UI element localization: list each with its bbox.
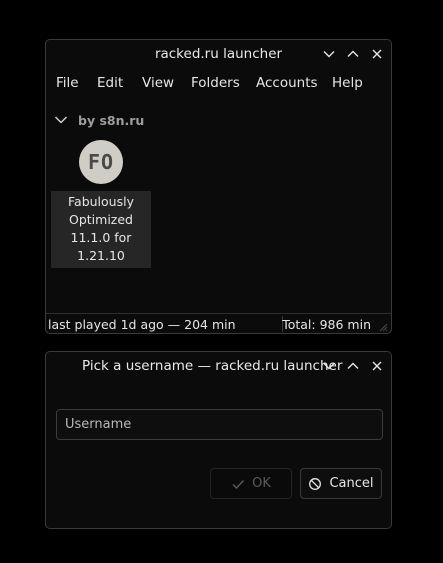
menu-accounts[interactable]: Accounts [256,75,318,91]
menu-file[interactable]: File [56,75,79,91]
instance-name: Fabulously Optimized 11.1.0 for 1.21.10 [51,191,151,268]
dialog-titlebar[interactable]: Pick a username — racked.ru launcher [46,352,391,381]
cancel-button[interactable]: Cancel [300,468,382,499]
username-dialog: Pick a username — racked.ru launcher OK … [45,351,392,529]
dialog-title: Pick a username — racked.ru launcher [82,358,343,374]
chevron-up-icon [347,362,359,369]
chevron-up-icon [347,50,359,57]
launcher-titlebar[interactable]: racked.ru launcher [46,40,391,69]
chevron-down-icon [54,116,68,124]
menu-view[interactable]: View [142,75,174,91]
status-bar: last played 1d ago — 204 min Total: 986 … [46,313,391,334]
username-input[interactable] [56,409,383,440]
maximize-button[interactable] [345,358,361,374]
instance-name-line: Optimized [69,212,133,227]
instance-group-header[interactable]: by s8n.ru [54,112,144,128]
group-label: by s8n.ru [78,112,145,128]
instance-icon-text: FO [87,150,115,174]
status-total-time: Total: 986 min [282,317,371,332]
status-last-played: last played 1d ago — 204 min [48,317,236,332]
menu-bar: File Edit View Folders Accounts Help [46,71,391,95]
close-button[interactable] [369,46,385,62]
menu-edit[interactable]: Edit [97,75,123,91]
menu-folders[interactable]: Folders [191,75,240,91]
close-button[interactable] [369,358,385,374]
minimize-button[interactable] [321,46,337,62]
ok-button[interactable]: OK [210,468,292,499]
ok-button-label: OK [252,476,271,491]
instance-name-line: 11.1.0 for [70,230,132,245]
cancel-button-label: Cancel [329,476,374,491]
close-icon [372,361,382,371]
menu-help[interactable]: Help [332,75,363,91]
instance-name-line: Fabulously [68,194,134,209]
chevron-down-icon [323,51,335,58]
instance-icon: FO [79,140,123,184]
chevron-down-icon [323,363,335,370]
cancel-icon [309,477,322,490]
maximize-button[interactable] [345,46,361,62]
instance-name-line: 1.21.10 [77,248,125,263]
instance-tile[interactable]: FO Fabulously Optimized 11.1.0 for 1.21.… [51,140,151,270]
checkmark-icon [232,479,245,489]
launcher-window: racked.ru launcher File Edit View Folder… [45,39,392,334]
minimize-button[interactable] [321,358,337,374]
close-icon [372,49,382,59]
resize-grip-icon[interactable] [379,323,388,332]
